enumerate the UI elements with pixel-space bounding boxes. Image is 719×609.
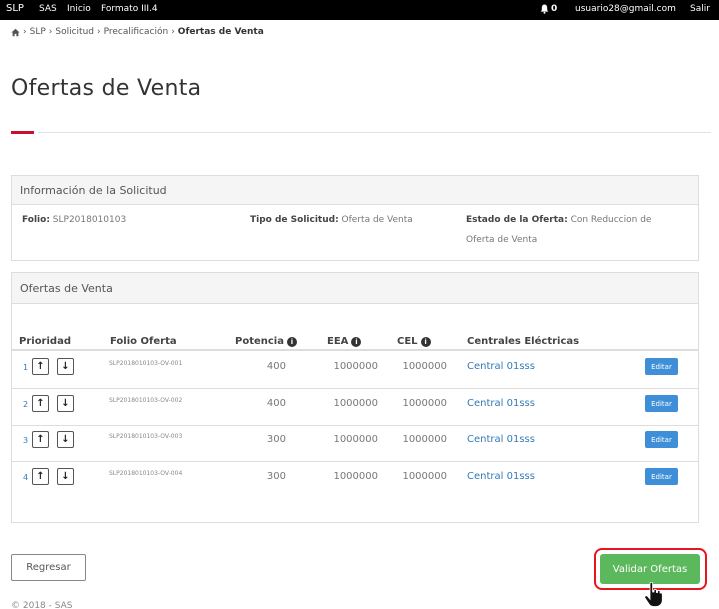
col-header-centrales: Centrales Eléctricas	[467, 336, 580, 347]
copyright-text: © 2018 - SAS	[11, 601, 73, 609]
breadcrumb-item-precalificacion[interactable]: Precalificación	[104, 27, 169, 37]
arrow-up-icon: ↑	[36, 398, 45, 409]
arrow-down-icon: ↓	[61, 361, 70, 372]
row-4-potencia: 300	[266, 471, 286, 482]
arrow-up-icon: ↑	[36, 434, 45, 445]
title-divider	[38, 132, 711, 133]
folio-label: Folio:	[22, 215, 50, 225]
logout-link[interactable]: Salir	[690, 4, 710, 14]
row-4-move-down-button[interactable]: ↓	[57, 468, 74, 485]
row-4-folio: SLP2018010103-OV-004	[109, 470, 183, 477]
nav-link-sas[interactable]: SAS	[39, 4, 57, 14]
info-panel-heading: Información de la Solicitud	[12, 176, 698, 205]
row-3-move-up-button[interactable]: ↑	[32, 431, 49, 448]
row-2-potencia: 400	[266, 398, 286, 409]
validar-ofertas-button[interactable]: Validar Ofertas	[600, 554, 700, 584]
tipo-field: Tipo de Solicitud: Oferta de Venta	[250, 211, 413, 229]
row-4-central-link[interactable]: Central 01sss	[467, 471, 535, 482]
nav-link-formato[interactable]: Formato III.4	[101, 4, 158, 14]
col-header-eea: EEA i	[327, 336, 362, 347]
row-divider	[12, 425, 698, 426]
chevron-right-icon: ›	[23, 27, 27, 37]
home-icon[interactable]	[11, 28, 20, 37]
row-4-eea: 1000000	[333, 471, 378, 482]
row-1-prioridad: 1	[23, 363, 29, 372]
row-2-move-down-button[interactable]: ↓	[57, 395, 74, 412]
tipo-value: Oferta de Venta	[341, 215, 413, 225]
row-4-move-up-button[interactable]: ↑	[32, 468, 49, 485]
breadcrumb-item-slp[interactable]: SLP	[30, 27, 46, 37]
chevron-right-icon: ›	[97, 27, 101, 37]
row-4-prioridad: 4	[23, 473, 29, 482]
col-header-prioridad: Prioridad	[19, 336, 71, 347]
user-email-link[interactable]: usuario28@gmail.com	[575, 4, 676, 14]
arrow-up-icon: ↑	[36, 471, 45, 482]
row-2-central-link[interactable]: Central 01sss	[467, 398, 535, 409]
arrow-down-icon: ↓	[61, 434, 70, 445]
row-3-eea: 1000000	[333, 434, 378, 445]
row-2-move-up-button[interactable]: ↑	[32, 395, 49, 412]
row-4-editar-button[interactable]: Editar	[645, 468, 678, 485]
row-1-cel: 1000000	[402, 361, 447, 372]
arrow-up-icon: ↑	[36, 361, 45, 372]
row-divider	[12, 461, 698, 462]
title-accent-bar	[11, 131, 34, 134]
chevron-right-icon: ›	[171, 27, 175, 37]
row-1-folio: SLP2018010103-OV-001	[109, 360, 183, 367]
row-1-editar-button[interactable]: Editar	[645, 358, 678, 375]
row-1-move-down-button[interactable]: ↓	[57, 358, 74, 375]
estado-value-continued: Oferta de Venta	[466, 235, 538, 245]
row-3-cel: 1000000	[402, 434, 447, 445]
estado-label: Estado de la Oferta:	[466, 215, 568, 225]
top-navbar: SLP SAS Inicio Formato III.4 0 usuario28…	[0, 0, 719, 20]
row-3-potencia: 300	[266, 434, 286, 445]
row-1-move-up-button[interactable]: ↑	[32, 358, 49, 375]
estado-value: Con Reduccion de	[570, 215, 652, 225]
notification-count: 0	[551, 4, 558, 14]
arrow-down-icon: ↓	[61, 398, 70, 409]
bell-icon[interactable]	[540, 4, 549, 14]
page-title: Ofertas de Venta	[11, 76, 202, 101]
regresar-button[interactable]: Regresar	[11, 554, 86, 581]
folio-field: Folio: SLP2018010103	[22, 211, 126, 229]
row-1-eea: 1000000	[333, 361, 378, 372]
info-icon[interactable]: i	[420, 336, 431, 347]
col-header-cel: CEL i	[397, 336, 431, 347]
info-icon[interactable]: i	[351, 336, 362, 347]
row-2-folio: SLP2018010103-OV-002	[109, 397, 183, 404]
hand-pointer-icon	[644, 582, 663, 607]
breadcrumb-current: Ofertas de Venta	[177, 27, 264, 37]
row-2-cel: 1000000	[402, 398, 447, 409]
table-header-divider	[12, 349, 698, 351]
row-3-folio: SLP2018010103-OV-003	[109, 433, 183, 440]
row-3-central-link[interactable]: Central 01sss	[467, 434, 535, 445]
row-2-editar-button[interactable]: Editar	[645, 395, 678, 412]
row-2-prioridad: 2	[23, 400, 29, 409]
col-header-folio: Folio Oferta	[110, 336, 177, 347]
breadcrumb-item-solicitud[interactable]: Solicitud	[55, 27, 94, 37]
row-1-central-link[interactable]: Central 01sss	[467, 361, 535, 372]
tipo-label: Tipo de Solicitud:	[250, 215, 339, 225]
estado-field: Estado de la Oferta: Con Reduccion de	[466, 211, 651, 229]
row-2-eea: 1000000	[333, 398, 378, 409]
row-1-potencia: 400	[266, 361, 286, 372]
chevron-right-icon: ›	[48, 27, 53, 37]
row-3-prioridad: 3	[23, 436, 29, 445]
ofertas-panel-heading: Ofertas de Venta	[12, 273, 698, 304]
info-icon[interactable]: i	[286, 336, 297, 347]
row-4-cel: 1000000	[402, 471, 447, 482]
row-divider	[12, 388, 698, 389]
row-3-move-down-button[interactable]: ↓	[57, 431, 74, 448]
col-header-potencia: Potencia i	[235, 336, 297, 347]
nav-link-inicio[interactable]: Inicio	[67, 4, 91, 14]
breadcrumb: › SLP › Solicitud › Precalificación › Of…	[11, 27, 264, 37]
arrow-down-icon: ↓	[61, 471, 70, 482]
brand-link[interactable]: SLP	[6, 3, 24, 14]
folio-value: SLP2018010103	[52, 215, 127, 225]
row-3-editar-button[interactable]: Editar	[645, 431, 678, 448]
